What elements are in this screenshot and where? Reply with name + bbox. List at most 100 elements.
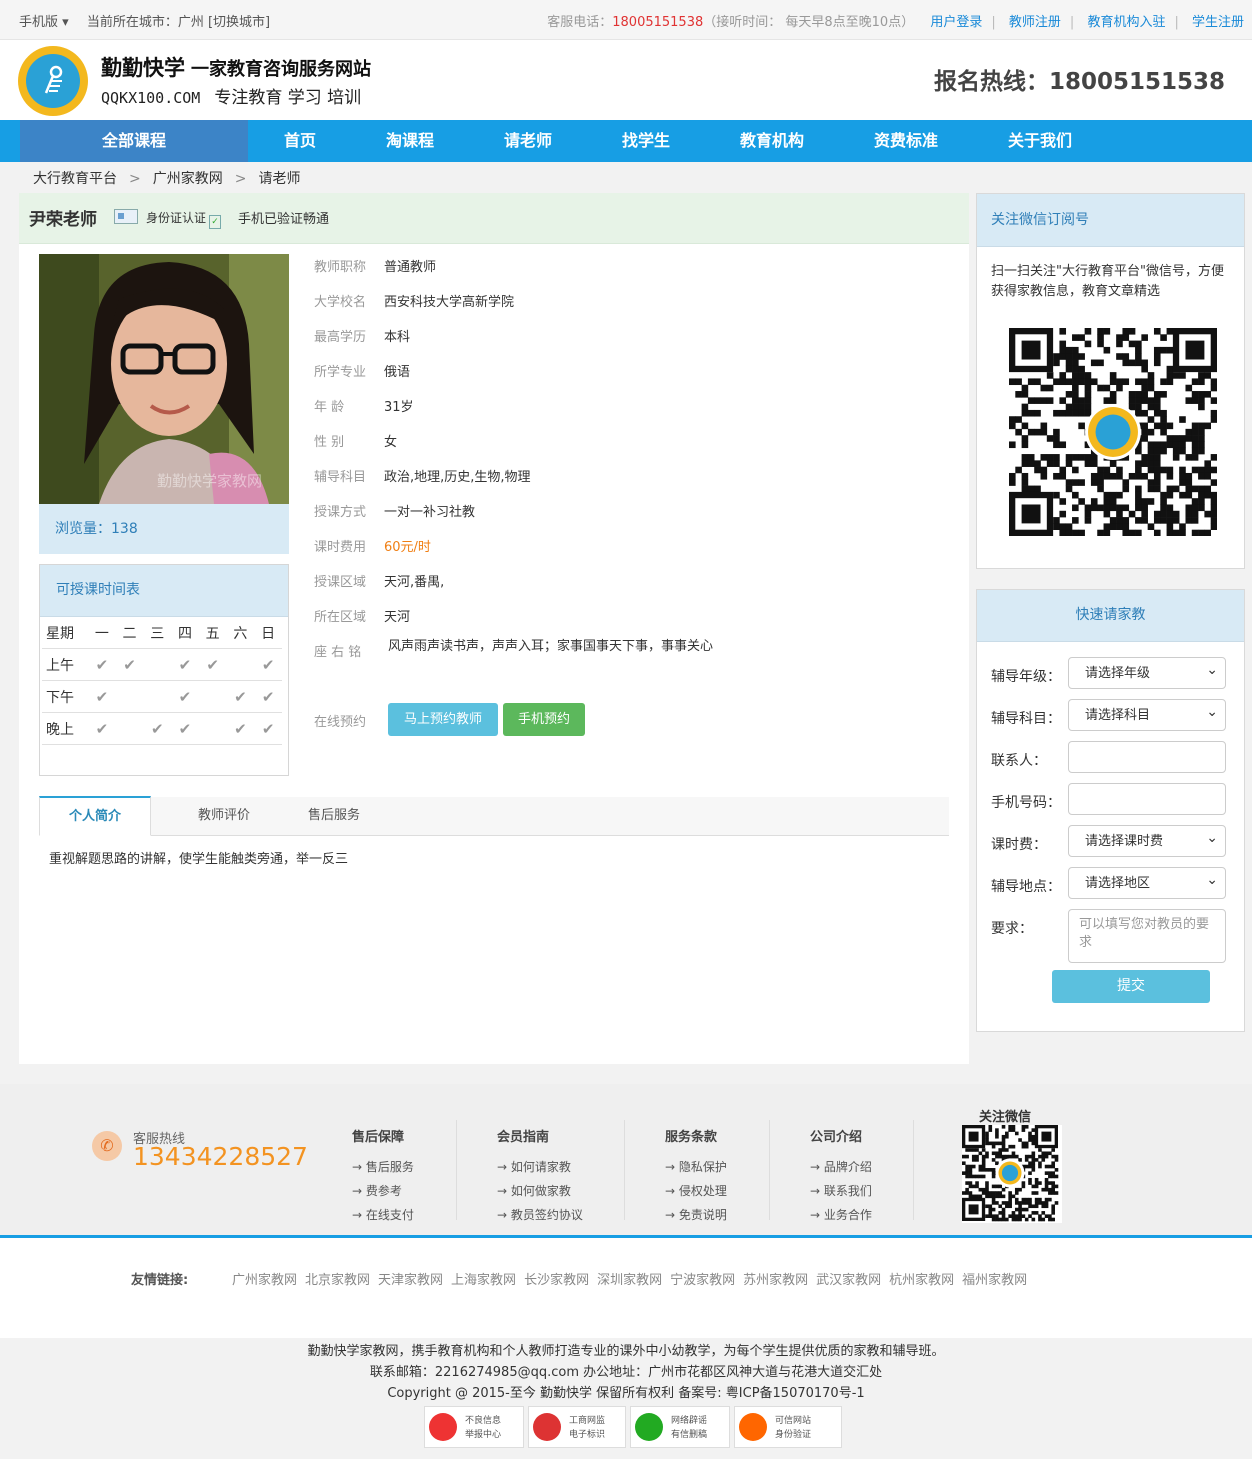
friend-link[interactable]: 宁波家教网: [670, 1273, 735, 1288]
badge-emblem-icon: [429, 1413, 457, 1441]
footer-link[interactable]: → 教员签约协议: [497, 1203, 583, 1227]
nav-all-courses[interactable]: 全部课程: [20, 120, 248, 162]
footer-link[interactable]: → 费参考: [352, 1179, 414, 1203]
available-check-icon: ✔: [88, 712, 116, 745]
friend-link[interactable]: 武汉家教网: [816, 1273, 881, 1288]
friend-link[interactable]: 深圳家教网: [597, 1273, 662, 1288]
footer-column-title: 服务条款: [665, 1130, 718, 1145]
info-value: 普通教师: [384, 260, 437, 275]
badge-text: 不良信息: [465, 1416, 502, 1426]
available-check-icon: ✔: [143, 712, 172, 745]
book-teacher-button[interactable]: 马上预约教师: [388, 703, 498, 736]
mobile-version-link[interactable]: 手机版 ▾: [19, 15, 69, 30]
submit-button[interactable]: 提交: [1052, 970, 1210, 1003]
trust-badge[interactable]: 网络辟谣 有信删稿: [630, 1406, 730, 1448]
footer-link[interactable]: → 免责说明: [665, 1203, 727, 1227]
student-register-link[interactable]: 学生注册: [1192, 15, 1244, 30]
info-value: 俄语: [384, 365, 411, 380]
subject-select[interactable]: 请选择科目: [1068, 696, 1226, 731]
fee-label: 课时费：: [991, 837, 1047, 853]
tab-profile[interactable]: 个人简介: [39, 796, 151, 836]
info-key: 辅导科目: [314, 470, 367, 485]
wechat-description: 扫一扫关注"大行教育平台"微信号，方便获得家教信息，教育文章精选: [991, 264, 1224, 299]
footer-link[interactable]: → 如何请家教: [497, 1155, 583, 1179]
schedule-empty-cell: [226, 648, 255, 681]
footer-link[interactable]: → 在线支付: [352, 1203, 414, 1227]
badge-text: 工商网监: [569, 1416, 606, 1426]
schedule-empty-cell: [115, 712, 144, 745]
nav-find-teacher[interactable]: 请老师: [478, 120, 578, 162]
info-key: 课时费用: [314, 540, 367, 555]
footer-column: 售后保障 → 售后服务 → 费参考 → 在线支付: [352, 1126, 414, 1227]
hourly-fee: 60元/时: [384, 540, 431, 555]
friend-link[interactable]: 天津家教网: [378, 1273, 443, 1288]
schedule-empty-cell: [143, 648, 172, 681]
nav-courses[interactable]: 淘课程: [360, 120, 460, 162]
nav-about[interactable]: 关于我们: [990, 120, 1090, 162]
phone-booking-button[interactable]: 手机预约: [503, 703, 585, 736]
info-row: 辅导科目 政治,地理,历史,生物,物理: [314, 466, 531, 485]
phone-input[interactable]: [1068, 783, 1226, 815]
trust-badge[interactable]: 可信网站 身份验证: [734, 1406, 842, 1448]
fee-select[interactable]: 请选择课时费: [1068, 822, 1226, 857]
schedule-empty-cell: [115, 680, 144, 713]
tab-reviews[interactable]: 教师评价: [169, 797, 279, 835]
footer-wechat-title: 关注微信: [979, 1110, 1032, 1125]
login-link[interactable]: 用户登录: [930, 15, 982, 30]
schedule-header: 六: [226, 617, 255, 649]
subject-label: 辅导科目：: [991, 711, 1061, 727]
place-select[interactable]: 请选择地区: [1068, 864, 1226, 899]
footer-link[interactable]: → 联系我们: [810, 1179, 872, 1203]
brand-slogan: 专注教育 学习 培训: [214, 88, 362, 108]
footer-column: 服务条款 → 隐私保护 → 侵权处理 → 免责说明: [665, 1126, 727, 1227]
footer-link[interactable]: → 侵权处理: [665, 1179, 727, 1203]
footer-link[interactable]: → 售后服务: [352, 1155, 414, 1179]
site-logo[interactable]: [18, 46, 88, 116]
photo-watermark: 勤勤快学家教网: [157, 472, 262, 490]
id-verified-badge: 身份证认证: [146, 211, 207, 225]
grade-select[interactable]: 请选择年级: [1068, 654, 1226, 689]
breadcrumb: 大行教育平台 > 广州家教网 > 请老师: [33, 168, 300, 188]
friend-link[interactable]: 长沙家教网: [524, 1273, 589, 1288]
breadcrumb-city[interactable]: 广州家教网: [153, 171, 223, 187]
contact-input[interactable]: [1068, 741, 1226, 773]
institution-join-link[interactable]: 教育机构入驻: [1087, 15, 1165, 30]
nav-institutions[interactable]: 教育机构: [722, 120, 822, 162]
top-bar: 手机版 ▾ 当前所在城市：广州 [切换城市] 客服电话：18005151538（…: [0, 0, 1252, 40]
info-value: 女: [384, 435, 398, 450]
teacher-name-bar: 尹荣老师 身份证认证 ✓ 手机已验证畅通: [19, 193, 969, 244]
nav-home[interactable]: 首页: [250, 120, 350, 162]
tab-after-sales[interactable]: 售后服务: [279, 797, 389, 835]
footer-link[interactable]: → 品牌介绍: [810, 1155, 872, 1179]
footer-qr-code: [962, 1125, 1062, 1223]
nav-find-student[interactable]: 找学生: [596, 120, 696, 162]
trust-badge[interactable]: 工商网监 电子标识: [528, 1406, 626, 1448]
info-value: 天河,番禺,: [384, 575, 445, 590]
breadcrumb-platform[interactable]: 大行教育平台: [33, 171, 117, 187]
info-row: 授课区域 天河,番禺,: [314, 571, 444, 590]
place-label: 辅导地点：: [991, 879, 1061, 895]
nav-fees[interactable]: 资费标准: [856, 120, 956, 162]
friend-link[interactable]: 苏州家教网: [743, 1273, 808, 1288]
footer-link[interactable]: → 业务合作: [810, 1203, 872, 1227]
footer-column-title: 会员指南: [497, 1130, 550, 1145]
schedule-header: 一: [88, 617, 116, 649]
friend-link[interactable]: 杭州家教网: [889, 1273, 954, 1288]
friend-link[interactable]: 广州家教网: [232, 1273, 297, 1288]
available-check-icon: ✔: [171, 680, 199, 713]
info-value: 一对一补习社教: [384, 505, 476, 520]
badge-text: 有信删稿: [671, 1430, 708, 1440]
teacher-register-link[interactable]: 教师注册: [1009, 15, 1061, 30]
footer-column: 公司介绍 → 品牌介绍 → 联系我们 → 业务合作: [810, 1126, 872, 1227]
friend-link[interactable]: 上海家教网: [451, 1273, 516, 1288]
footer-link[interactable]: → 如何做家教: [497, 1179, 583, 1203]
info-value: 本科: [384, 330, 411, 345]
service-hours: （接听时间： 每天早8点至晚10点）: [703, 15, 915, 30]
trust-badge[interactable]: 不良信息 举报中心: [424, 1406, 524, 1448]
friend-link[interactable]: 北京家教网: [305, 1273, 370, 1288]
friend-link[interactable]: 福州家教网: [962, 1273, 1027, 1288]
footer-column-title: 公司介绍: [810, 1130, 863, 1145]
requirement-textarea[interactable]: 可以填写您对教员的要求: [1068, 909, 1226, 963]
footer-link[interactable]: → 隐私保护: [665, 1155, 727, 1179]
current-city[interactable]: 当前所在城市：广州 [切换城市]: [87, 15, 270, 30]
